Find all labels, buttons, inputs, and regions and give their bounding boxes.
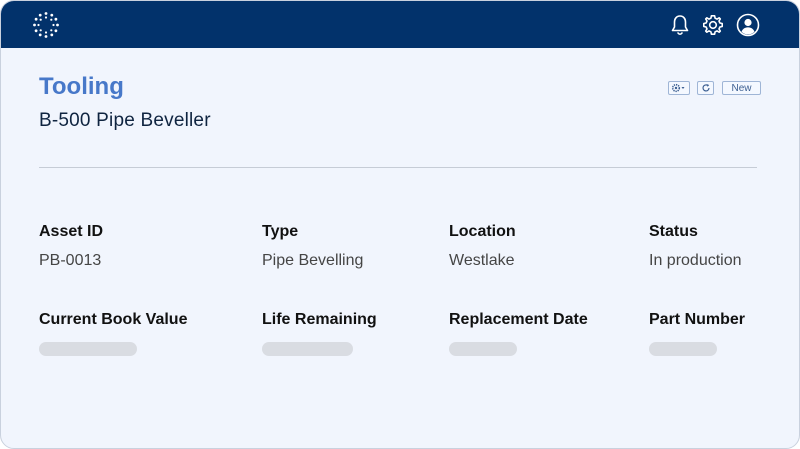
- status-label: Status: [649, 223, 698, 240]
- refresh-button[interactable]: [697, 81, 714, 95]
- current-book-value-placeholder: [39, 342, 137, 356]
- gear-dropdown-icon: [671, 83, 685, 93]
- current-book-value-label: Current Book Value: [39, 311, 188, 328]
- part-number-label: Part Number: [649, 311, 746, 328]
- life-remaining-label: Life Remaining: [262, 311, 377, 328]
- life-remaining-placeholder: [262, 342, 353, 356]
- top-navbar: [1, 1, 799, 48]
- refresh-icon: [701, 84, 710, 92]
- bell-icon[interactable]: [668, 13, 692, 37]
- replacement-date-label: Replacement Date: [449, 311, 588, 328]
- status-value: In production: [649, 252, 742, 269]
- new-button[interactable]: New: [722, 81, 761, 95]
- location-label: Location: [449, 223, 516, 240]
- logo-icon[interactable]: [32, 11, 60, 39]
- asset-id-value: PB-0013: [39, 252, 102, 269]
- replacement-date-placeholder: [449, 342, 517, 356]
- settings-dropdown-button[interactable]: [668, 81, 690, 95]
- type-label: Type: [262, 223, 299, 240]
- location-value: Westlake: [449, 252, 515, 269]
- page-subtitle: B-500 Pipe Beveller: [39, 110, 211, 131]
- asset-id-label: Asset ID: [39, 223, 104, 240]
- app-window: Tooling B-500 Pipe Beveller New Asset ID…: [0, 0, 800, 449]
- type-value: Pipe Bevelling: [262, 252, 364, 269]
- part-number-placeholder: [649, 342, 717, 356]
- gear-icon[interactable]: [701, 13, 725, 37]
- header-divider: [39, 167, 757, 168]
- page-title: Tooling: [39, 73, 124, 100]
- account-icon[interactable]: [736, 13, 760, 37]
